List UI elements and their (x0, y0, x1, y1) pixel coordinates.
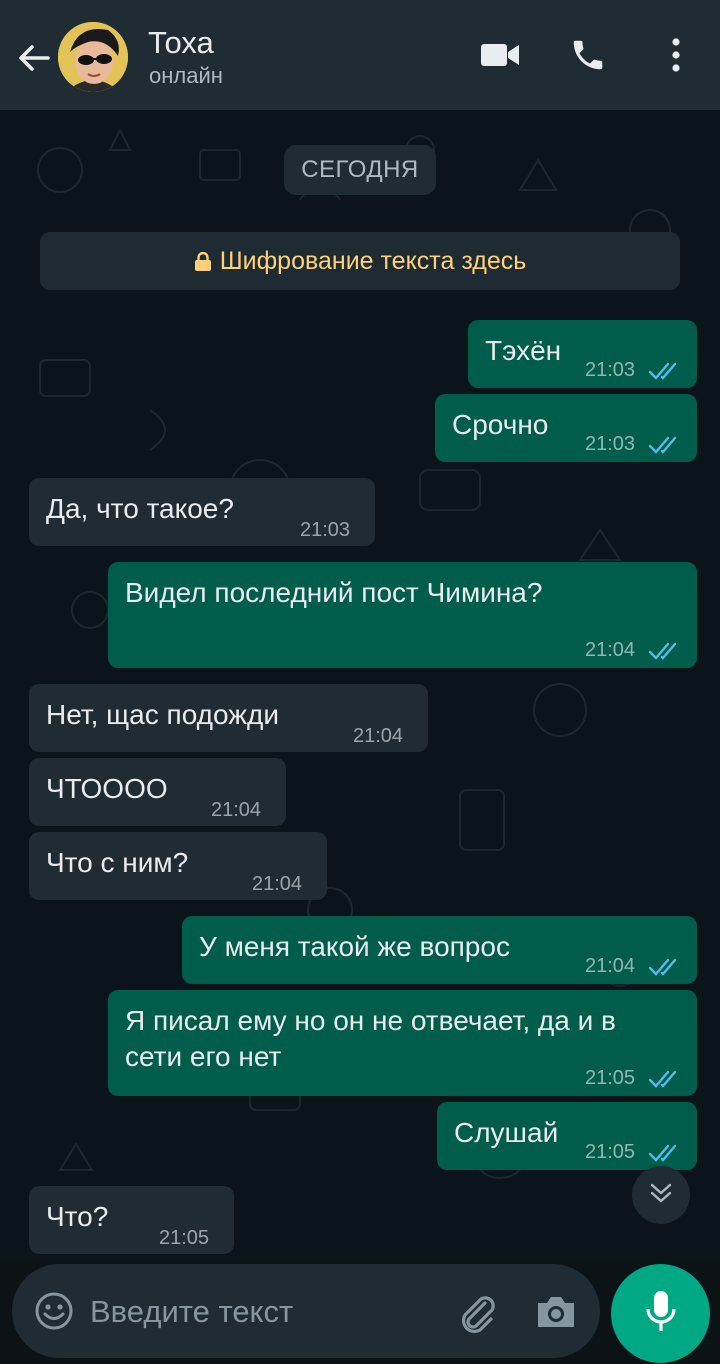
read-receipt-icon (648, 634, 682, 660)
message-incoming[interactable]: ЧТОООО 21:04 (29, 758, 286, 826)
message-time: 21:04 (585, 955, 636, 977)
message-text: Я писал ему но он не отвечает, да и в (125, 1005, 616, 1036)
message-text: Что? (46, 1201, 109, 1232)
message-incoming[interactable]: Что? 21:05 (29, 1186, 234, 1254)
message-text: Срочно (452, 409, 549, 440)
message-outgoing[interactable]: Тэхён 21:03 (468, 320, 697, 388)
attach-icon[interactable] (455, 1291, 499, 1340)
read-receipt-icon (648, 428, 682, 454)
double-chevron-down-icon (648, 1181, 674, 1210)
mic-icon (644, 1289, 678, 1338)
read-receipt-icon (648, 354, 682, 380)
encryption-notice-text: Шифрование текста здесь (219, 247, 527, 275)
phone-icon[interactable] (563, 30, 613, 80)
message-time: 21:03 (585, 359, 636, 381)
emoji-icon[interactable] (34, 1291, 74, 1336)
back-arrow-icon[interactable] (14, 38, 54, 78)
read-receipt-icon (648, 1136, 682, 1162)
message-outgoing[interactable]: Видел последний пост Чимина? 21:04 (108, 562, 697, 668)
message-time: 21:03 (300, 519, 351, 541)
message-text: У меня такой же вопрос (199, 931, 510, 962)
date-separator: СЕГОДНЯ (284, 145, 436, 195)
message-time: 21:05 (585, 1141, 636, 1163)
message-text: Тэхён (485, 335, 562, 366)
mic-button[interactable] (611, 1264, 710, 1363)
message-text: Видел последний пост Чимина? (125, 577, 543, 608)
message-time: 21:05 (159, 1227, 210, 1249)
more-vert-icon[interactable] (651, 30, 701, 80)
message-incoming[interactable]: Нет, щас подожди 21:04 (29, 684, 428, 752)
message-time: 21:04 (353, 725, 404, 747)
message-time: 21:05 (585, 1067, 636, 1089)
message-outgoing[interactable]: Слушай 21:05 (437, 1102, 697, 1170)
message-outgoing[interactable]: Срочно 21:03 (435, 394, 697, 462)
message-text: Слушай (454, 1117, 559, 1148)
message-outgoing[interactable]: У меня такой же вопрос 21:04 (182, 916, 697, 984)
message-text: Да, что такое? (46, 493, 234, 524)
message-time: 21:04 (585, 639, 636, 661)
camera-icon[interactable] (534, 1293, 578, 1336)
chat-header: Тоха онлайн (0, 0, 720, 110)
message-time: 21:04 (252, 873, 303, 895)
message-input-placeholder: Введите текст (90, 1294, 294, 1329)
message-outgoing[interactable]: Я писал ему но он не отвечает, да и в се… (108, 990, 697, 1096)
video-call-icon[interactable] (475, 30, 525, 80)
message-text: Нет, щас подожди (46, 699, 279, 730)
message-text: ЧТОООО (46, 773, 168, 804)
message-time: 21:03 (585, 433, 636, 455)
message-text: Что с ним? (46, 847, 189, 878)
lock-icon (194, 247, 220, 275)
contact-name[interactable]: Тоха (148, 25, 214, 61)
avatar[interactable] (58, 22, 128, 92)
read-receipt-icon (648, 1062, 682, 1088)
message-input[interactable]: Введите текст (12, 1264, 600, 1358)
contact-status: онлайн (149, 63, 223, 88)
read-receipt-icon (648, 950, 682, 976)
message-incoming[interactable]: Да, что такое? 21:03 (29, 478, 375, 546)
scroll-to-bottom-button[interactable] (632, 1166, 690, 1224)
encryption-notice[interactable]: Шифрование текста здесь (40, 232, 680, 290)
message-time: 21:04 (211, 799, 262, 821)
message-incoming[interactable]: Что с ним? 21:04 (29, 832, 327, 900)
message-text-line2: сети его нет (125, 1041, 282, 1072)
